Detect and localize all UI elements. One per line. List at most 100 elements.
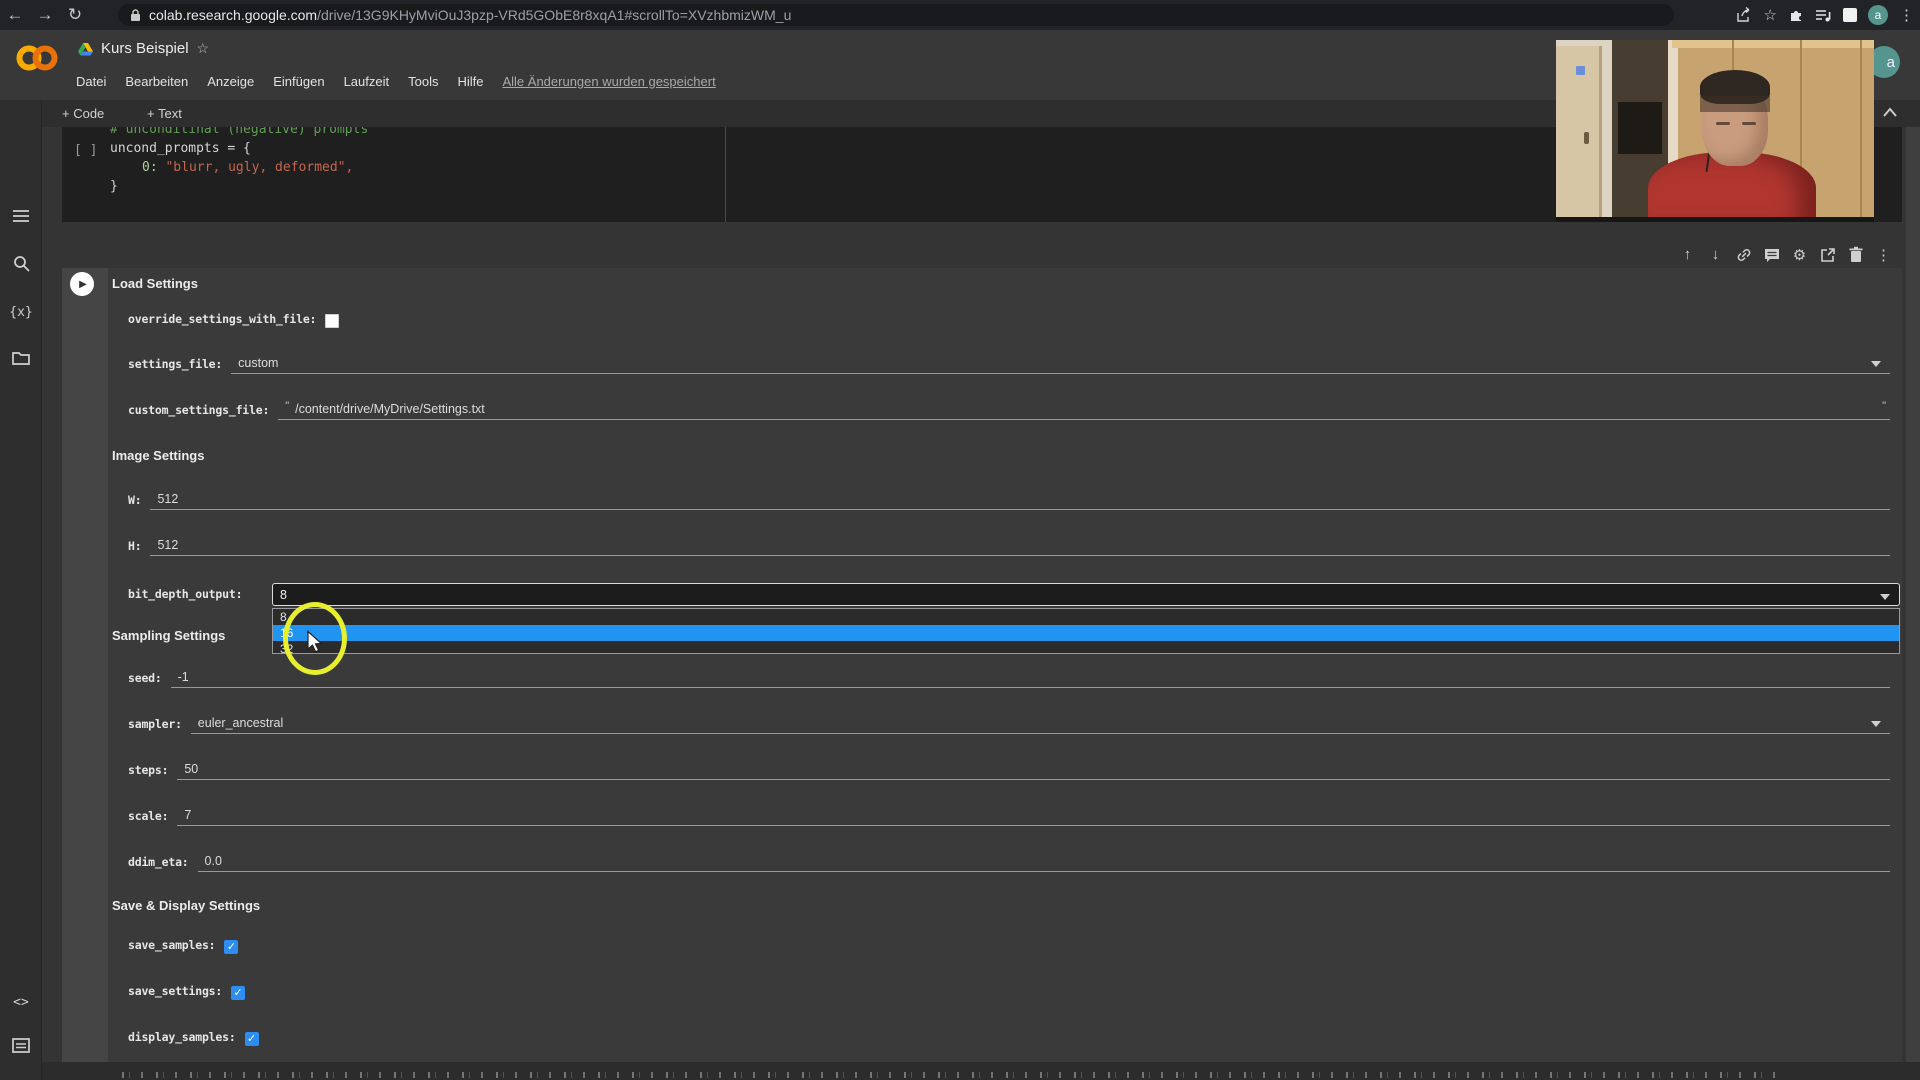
code-string-value: "blurr, ugly, deformed", xyxy=(165,160,354,175)
custom-settings-file-row: custom_settings_file: " /content/drive/M… xyxy=(128,400,1890,420)
copy-link-icon[interactable] xyxy=(1734,245,1753,264)
custom-settings-file-input[interactable]: " /content/drive/MyDrive/Settings.txt " xyxy=(278,400,1890,420)
comment-icon[interactable] xyxy=(1762,245,1781,264)
menu-anzeige[interactable]: Anzeige xyxy=(207,74,254,89)
display-samples-label: display_samples: xyxy=(128,1030,236,1044)
lock-icon xyxy=(131,8,140,21)
reload-icon[interactable]: ↻ xyxy=(60,0,90,30)
sampler-row: sampler: euler_ancestral xyxy=(128,716,1890,734)
width-value: 512 xyxy=(157,492,179,506)
cam-wardrobe-seam xyxy=(1860,40,1862,222)
tab-window-icon[interactable] xyxy=(1843,8,1857,22)
width-input[interactable]: 512 xyxy=(150,492,1890,510)
search-icon[interactable] xyxy=(0,255,42,277)
scrollbar-track[interactable] xyxy=(1906,127,1920,1080)
cam-shelf-box xyxy=(1618,102,1662,154)
cam-person-brow xyxy=(1742,122,1756,125)
width-row: W: 512 xyxy=(128,492,1890,510)
collapse-header-icon[interactable] xyxy=(1882,107,1898,118)
command-palette-icon[interactable] xyxy=(0,1038,42,1058)
dropdown-option-8[interactable]: 8 xyxy=(273,609,1899,625)
title-row: Kurs Beispiel ☆ xyxy=(78,40,209,57)
save-settings-checkbox[interactable]: ✓ xyxy=(231,986,246,1000)
display-samples-row: display_samples: ✓ xyxy=(128,1030,1890,1047)
colab-logo[interactable] xyxy=(14,42,60,74)
playlist-extension-icon[interactable] xyxy=(1815,8,1832,23)
chevron-down-icon xyxy=(1871,361,1881,367)
override-settings-row: override_settings_with_file: xyxy=(128,312,1890,329)
url-bar[interactable]: colab.research.google.com/drive/13G9KHyM… xyxy=(118,4,1674,26)
ddim-eta-label: ddim_eta: xyxy=(128,855,189,869)
table-of-contents-icon[interactable] xyxy=(0,209,42,228)
steps-label: steps: xyxy=(128,763,169,777)
add-code-button[interactable]: + Code xyxy=(62,100,104,127)
settings-file-dropdown[interactable]: custom xyxy=(231,356,1890,374)
code-comment-line: # unconditinal (negative) prompts xyxy=(110,127,369,137)
move-cell-up-icon[interactable]: ↑ xyxy=(1678,245,1697,264)
back-icon[interactable]: ← xyxy=(0,0,30,30)
files-folder-icon[interactable] xyxy=(0,350,42,370)
bit-depth-dropdown-list: 8 16 32 xyxy=(272,608,1900,654)
save-samples-row: save_samples: ✓ xyxy=(128,938,1890,955)
dropdown-option-16-highlighted[interactable]: 16 xyxy=(273,625,1899,641)
save-samples-checkbox[interactable]: ✓ xyxy=(224,940,239,954)
cam-bottom-bar xyxy=(1556,217,1874,222)
scale-input[interactable]: 7 xyxy=(177,808,1890,826)
forward-icon[interactable]: → xyxy=(30,0,60,30)
cam-door-handle xyxy=(1584,132,1589,144)
menu-laufzeit[interactable]: Laufzeit xyxy=(344,74,390,89)
bit-depth-select[interactable]: 8 xyxy=(272,583,1900,606)
cell-gutter xyxy=(62,268,108,1062)
steps-input[interactable]: 50 xyxy=(177,762,1890,780)
save-status-link[interactable]: Alle Änderungen wurden gespeichert xyxy=(502,74,715,89)
steps-value: 50 xyxy=(184,762,199,776)
cell-settings-gear-icon[interactable]: ⚙ xyxy=(1790,245,1809,264)
width-label: W: xyxy=(128,493,142,507)
dropdown-option-32[interactable]: 32 xyxy=(273,641,1899,653)
open-in-tab-icon[interactable] xyxy=(1818,245,1837,264)
browser-menu-icon[interactable]: ⋮ xyxy=(1899,6,1914,24)
add-text-button[interactable]: + Text xyxy=(147,100,182,127)
code-line-2: 0: "blurr, ugly, deformed", xyxy=(142,160,353,175)
height-input[interactable]: 512 xyxy=(150,538,1890,556)
scale-value: 7 xyxy=(184,808,192,822)
menu-tools[interactable]: Tools xyxy=(408,74,438,89)
override-settings-checkbox[interactable] xyxy=(325,314,340,328)
sampler-label: sampler: xyxy=(128,717,182,731)
menu-einfuegen[interactable]: Einfügen xyxy=(273,74,324,89)
override-settings-label: override_settings_with_file: xyxy=(128,312,317,326)
url-host: colab.research.google.com xyxy=(149,7,318,23)
sampler-dropdown[interactable]: euler_ancestral xyxy=(190,716,1890,734)
notebook-title[interactable]: Kurs Beispiel xyxy=(101,40,189,57)
drive-file-icon xyxy=(78,42,93,55)
steps-row: steps: 50 xyxy=(128,762,1890,780)
cell-more-options-icon[interactable]: ⋮ xyxy=(1874,245,1893,264)
cam-person-brow xyxy=(1716,122,1730,125)
share-icon[interactable] xyxy=(1736,7,1753,23)
close-quote: " xyxy=(1882,400,1886,412)
code-snippets-icon[interactable]: <> xyxy=(0,995,42,1010)
extensions-puzzle-icon[interactable] xyxy=(1788,7,1804,23)
delete-cell-trash-icon[interactable] xyxy=(1846,245,1865,264)
variables-icon[interactable]: {x} xyxy=(0,305,42,320)
move-cell-down-icon[interactable]: ↓ xyxy=(1706,245,1725,264)
menu-bearbeiten[interactable]: Bearbeiten xyxy=(125,74,188,89)
height-row: H: 512 xyxy=(128,538,1890,556)
bookmark-star-icon[interactable]: ☆ xyxy=(1764,6,1777,24)
run-cell-button[interactable]: ▶ xyxy=(70,272,94,296)
display-samples-checkbox[interactable]: ✓ xyxy=(244,1032,259,1046)
clipped-next-row xyxy=(42,1062,1920,1080)
settings-file-label: settings_file: xyxy=(128,357,223,371)
code-line-3: } xyxy=(110,179,118,194)
webcam-overlay[interactable] xyxy=(1556,40,1874,222)
star-notebook-icon[interactable]: ☆ xyxy=(197,40,210,57)
seed-input[interactable]: -1 xyxy=(170,670,1890,688)
ddim-eta-input[interactable]: 0.0 xyxy=(197,854,1890,872)
menu-hilfe[interactable]: Hilfe xyxy=(457,74,483,89)
scale-row: scale: 7 xyxy=(128,808,1890,826)
browser-profile-avatar[interactable]: a xyxy=(1868,5,1888,25)
menu-datei[interactable]: Datei xyxy=(76,74,106,89)
url-path: /drive/13G9KHyMviOuJ3pzp-VRd5GObE8r8xqA1… xyxy=(317,7,792,23)
ddim-eta-row: ddim_eta: 0.0 xyxy=(128,854,1890,872)
execution-indicator[interactable]: [ ] xyxy=(74,143,97,158)
